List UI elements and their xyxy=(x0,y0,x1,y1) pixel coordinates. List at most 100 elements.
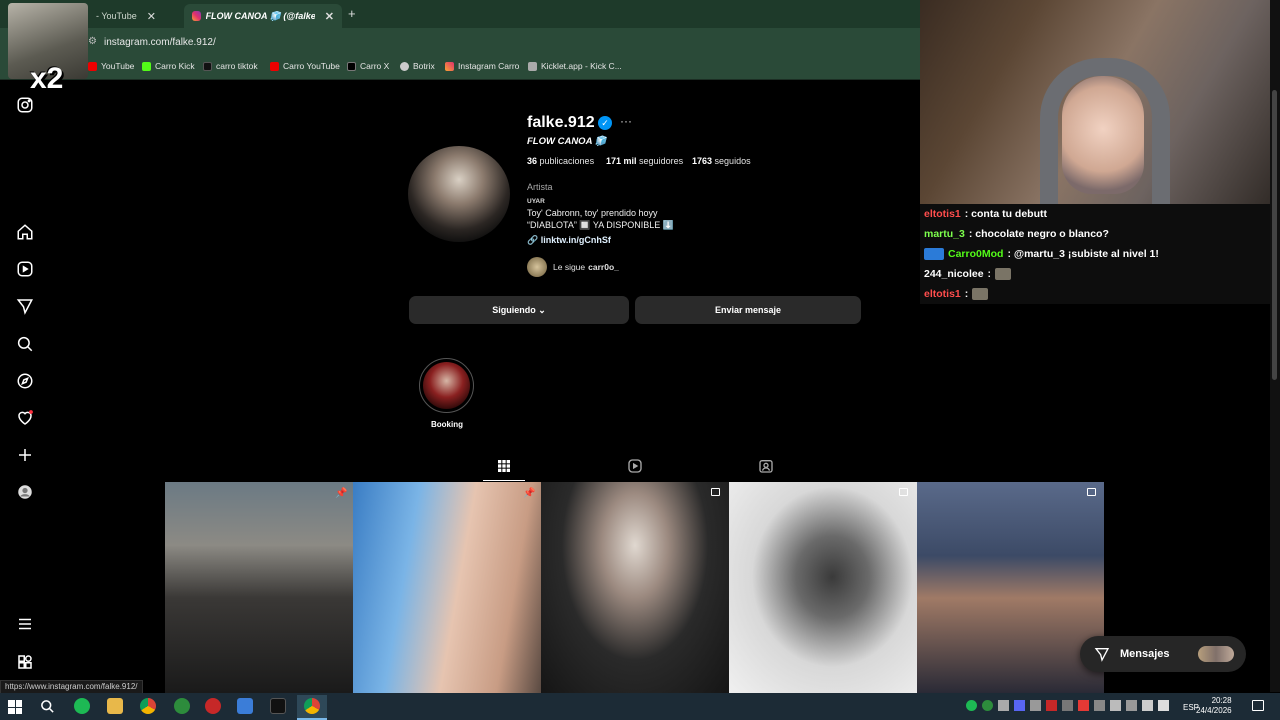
multiplier-overlay: x2 xyxy=(30,62,64,95)
profile-avatar[interactable] xyxy=(408,146,510,242)
messages-button[interactable]: Mensajes xyxy=(1080,636,1246,672)
active-tab-indicator xyxy=(483,480,525,481)
bio-line: Toy' Cabronn, toy' prendido hoyy xyxy=(527,208,658,218)
post-4[interactable] xyxy=(729,482,917,693)
windows-start-icon[interactable] xyxy=(8,700,22,714)
kick-icon xyxy=(142,61,151,71)
taskbar-clock[interactable]: 20:28 24/4/2026 xyxy=(1196,696,1232,716)
bio-link[interactable]: 🔗 linktw.in/gCnhSf xyxy=(527,235,611,246)
instagram-icon[interactable] xyxy=(16,96,34,114)
profile-category: Artista xyxy=(527,182,553,192)
chat-message: eltotis1: conta tu debutt xyxy=(924,208,1048,220)
chat-emote xyxy=(995,268,1012,280)
new-tab-button[interactable]: + xyxy=(348,6,356,21)
chrome-icon[interactable] xyxy=(140,698,156,714)
instagram-favicon-icon xyxy=(192,11,201,21)
send-message-button[interactable]: Enviar mensaje xyxy=(635,296,861,324)
x-icon xyxy=(347,61,356,71)
bookmark-carro-tiktok[interactable]: carro tiktok xyxy=(203,61,258,71)
heart-icon[interactable] xyxy=(16,409,34,427)
carousel-icon xyxy=(711,488,720,496)
explore-icon[interactable] xyxy=(16,372,34,390)
mod-badge-icon xyxy=(924,248,944,260)
terminal-icon[interactable] xyxy=(270,698,286,714)
bookmark-instagram-carro[interactable]: Instagram Carro xyxy=(445,61,519,71)
tab-instagram[interactable]: FLOW CANOA 🧊 (@falke.912 ✕ xyxy=(184,4,342,28)
file-explorer-icon[interactable] xyxy=(107,698,123,714)
following-stat[interactable]: 1763 seguidos xyxy=(692,156,751,166)
chat-message: eltotis1: xyxy=(924,288,989,300)
search-icon[interactable] xyxy=(40,699,55,714)
close-tab-icon[interactable]: ✕ xyxy=(147,10,156,23)
tab-title: FLOW CANOA 🧊 (@falke.912 xyxy=(205,10,315,21)
posts-stat: 36 publicaciones xyxy=(527,156,595,166)
status-url: https://www.instagram.com/falke.912/ xyxy=(0,680,143,694)
bio-line: “DIABLOTA” 🔲 YA DISPONIBLE ⬇️ xyxy=(527,220,674,230)
verified-badge-icon: ✓ xyxy=(598,116,612,130)
chat-message: martu_3: chocolate negro o blanco? xyxy=(924,228,1109,240)
bookmark-carro-x[interactable]: Carro X xyxy=(347,61,389,71)
instagram-icon xyxy=(445,61,454,71)
botrix-icon xyxy=(400,61,409,71)
tab-youtube[interactable]: - YouTube ✕ xyxy=(88,4,164,28)
url-field[interactable]: instagram.com/falke.912/ xyxy=(104,37,216,48)
chat-message: 244_nicolee: xyxy=(924,268,1012,280)
bio-heading: UYAR xyxy=(527,198,545,205)
follower-avatar xyxy=(527,257,547,277)
messages-icon xyxy=(1094,648,1110,662)
more-options-icon[interactable]: ··· xyxy=(620,114,632,128)
post-1[interactable] xyxy=(165,482,353,693)
bookmark-carro-youtube[interactable]: Carro YouTube xyxy=(270,61,340,71)
followers-stat[interactable]: 171 mil seguidores xyxy=(606,156,683,166)
home-icon[interactable] xyxy=(16,223,34,241)
reels-tab-icon[interactable] xyxy=(627,458,643,474)
chat-emote xyxy=(972,288,989,300)
create-icon[interactable] xyxy=(16,446,34,464)
chat-message: Carro0Mod: @martu_3 ¡subiste al nivel 1! xyxy=(924,248,1159,260)
highlight-label: Booking xyxy=(431,420,463,429)
kicklet-icon xyxy=(528,61,537,71)
link-icon: 🔗 xyxy=(527,235,539,245)
carousel-icon xyxy=(1087,488,1096,496)
close-tab-icon[interactable]: ✕ xyxy=(325,10,334,23)
pin-icon: 📌 xyxy=(335,488,348,499)
following-button[interactable]: Siguiendo ⌄ xyxy=(409,296,629,324)
bookmark-youtube[interactable]: YouTube xyxy=(88,61,134,71)
post-5[interactable] xyxy=(917,482,1104,693)
send-icon[interactable] xyxy=(16,297,34,315)
store-icon[interactable] xyxy=(237,698,253,714)
pin-icon: 📌 xyxy=(523,488,536,499)
bookmark-kicklet[interactable]: Kicklet.app - Kick C... xyxy=(528,61,622,71)
chrome-icon[interactable] xyxy=(304,698,320,714)
bookmark-carro-kick[interactable]: Carro Kick xyxy=(142,61,195,71)
search-icon[interactable] xyxy=(16,335,34,353)
apps-icon[interactable] xyxy=(16,653,34,671)
post-3[interactable] xyxy=(541,482,729,693)
grid-icon[interactable] xyxy=(496,458,512,474)
bookmark-botrix[interactable]: Botrix xyxy=(400,61,435,71)
profile-username: falke.912 xyxy=(527,114,595,131)
reels-icon[interactable] xyxy=(16,260,34,278)
highlight-cover xyxy=(423,362,470,409)
site-info-icon[interactable]: ⚙ xyxy=(88,36,97,47)
spotify-icon[interactable] xyxy=(74,698,90,714)
tab-title: - YouTube xyxy=(96,11,137,21)
profile-icon[interactable] xyxy=(16,483,34,501)
scrollbar-thumb[interactable] xyxy=(1272,90,1277,380)
webcam-face xyxy=(1062,76,1144,194)
highlight-booking[interactable] xyxy=(419,358,474,413)
system-tray[interactable] xyxy=(966,700,1169,711)
profile-full-name: FLOW CANOA 🧊 xyxy=(527,136,607,147)
carousel-icon xyxy=(899,488,908,496)
messages-avatars xyxy=(1198,646,1234,662)
whatsapp-icon[interactable] xyxy=(174,698,190,714)
youtube-icon xyxy=(270,61,279,71)
menu-icon[interactable] xyxy=(16,615,34,633)
tiktok-icon xyxy=(203,61,212,71)
tagged-icon[interactable] xyxy=(758,458,774,474)
post-2[interactable] xyxy=(353,482,541,693)
obs-icon[interactable] xyxy=(205,698,221,714)
youtube-icon xyxy=(88,61,97,71)
notifications-icon[interactable] xyxy=(1252,700,1264,711)
followed-by[interactable]: Le sigue carr0o_ xyxy=(527,257,619,277)
